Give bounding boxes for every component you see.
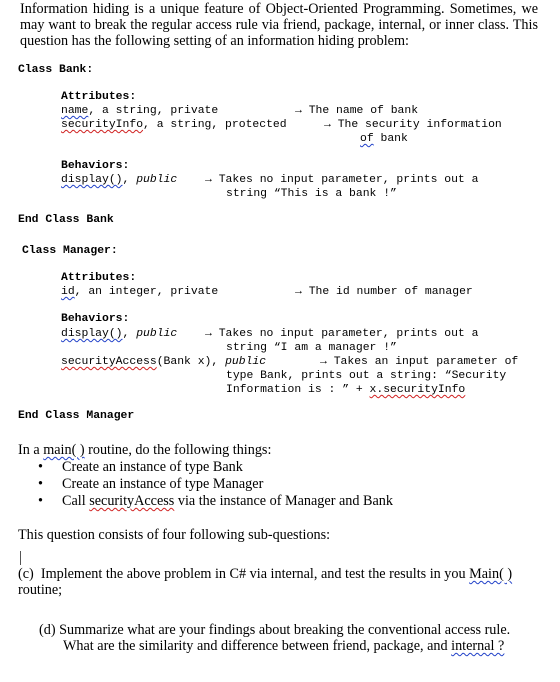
manager-behavior-display-desc-cont: string “I am a manager !” xyxy=(226,342,397,354)
arrow-icon: → xyxy=(205,328,212,340)
list-item: • Create an instance of type Bank xyxy=(38,459,243,475)
subquestions-intro: This question consists of four following… xyxy=(18,527,331,543)
arrow-icon: → xyxy=(320,356,327,368)
subquestion-d: (d) Summarize what are your findings abo… xyxy=(39,622,511,654)
list-item: • Create an instance of type Manager xyxy=(38,476,264,492)
intro-paragraph: Information hiding is a unique feature o… xyxy=(20,1,538,49)
method-name: display() xyxy=(61,328,123,340)
method-name: display() xyxy=(61,174,123,186)
bullet-icon: • xyxy=(38,459,43,475)
main-routine-intro: In a main( ) routine, do the following t… xyxy=(18,442,272,458)
manager-attribute-id-desc: → The id number of manager xyxy=(295,286,473,298)
bank-attribute-name-desc: → The name of bank xyxy=(295,105,419,117)
bullet-icon: • xyxy=(38,493,43,509)
main-routine-steps: • Create an instance of type Bank • Create… xyxy=(22,459,393,510)
class-bank-header: Class Bank: xyxy=(18,64,94,76)
manager-attribute-id: id, an integer, private xyxy=(61,286,219,298)
manager-behavior-display: display(), public xyxy=(61,328,178,340)
bank-attribute-securityinfo: securityInfo, a string, protected xyxy=(61,119,287,131)
arrow-icon: → xyxy=(295,105,302,117)
bank-behavior-display-desc: → Takes no input parameter, prints out a xyxy=(205,174,479,186)
subquestion-label: (d) xyxy=(39,622,56,638)
list-item: • Call securityAccess via the instance of… xyxy=(38,493,393,509)
text-cursor xyxy=(20,551,21,565)
main-fn: main( ) xyxy=(43,442,85,458)
bank-attribute-name: name, a string, private xyxy=(61,105,219,117)
class-bank-footer: End Class Bank xyxy=(18,214,114,226)
subquestion-label: (c) xyxy=(18,566,34,582)
method-name: securityAccess xyxy=(61,356,157,368)
class-manager-header: Class Manager: xyxy=(22,245,118,257)
manager-behaviors-label: Behaviors: xyxy=(61,313,130,325)
bullet-icon: • xyxy=(38,476,43,492)
manager-behavior-securityaccess-desc-cont: type Bank, prints out a string: “Securit… xyxy=(226,370,507,382)
manager-attributes-label: Attributes: xyxy=(61,272,137,284)
manager-behavior-securityaccess-desc: → Takes an input parameter of xyxy=(320,356,519,368)
arrow-icon: → xyxy=(295,286,302,298)
arrow-icon: → xyxy=(205,174,212,186)
bank-attribute-securityinfo-desc: → The security information xyxy=(324,119,502,131)
bank-behavior-display: display(), public xyxy=(61,174,178,186)
bank-behavior-display-desc-cont: string “This is a bank !” xyxy=(226,188,397,200)
bank-attribute-securityinfo-desc-cont: of bank xyxy=(360,133,408,145)
class-manager-footer: End Class Manager xyxy=(18,410,135,422)
attr-name: name xyxy=(61,105,89,117)
subquestion-c: (c) Implement the above problem in C# vi… xyxy=(18,566,513,598)
bank-behaviors-label: Behaviors: xyxy=(61,160,130,172)
bank-attributes-label: Attributes: xyxy=(61,91,137,103)
manager-behavior-securityaccess-desc-cont2: Information is : ” + x.securityInfo xyxy=(226,384,466,396)
manager-behavior-display-desc: → Takes no input parameter, prints out a xyxy=(205,328,479,340)
manager-behavior-securityaccess: securityAccess(Bank x), public xyxy=(61,356,267,368)
attr-name: securityInfo xyxy=(61,119,144,131)
attr-name: id xyxy=(61,286,75,298)
arrow-icon: → xyxy=(324,119,331,131)
